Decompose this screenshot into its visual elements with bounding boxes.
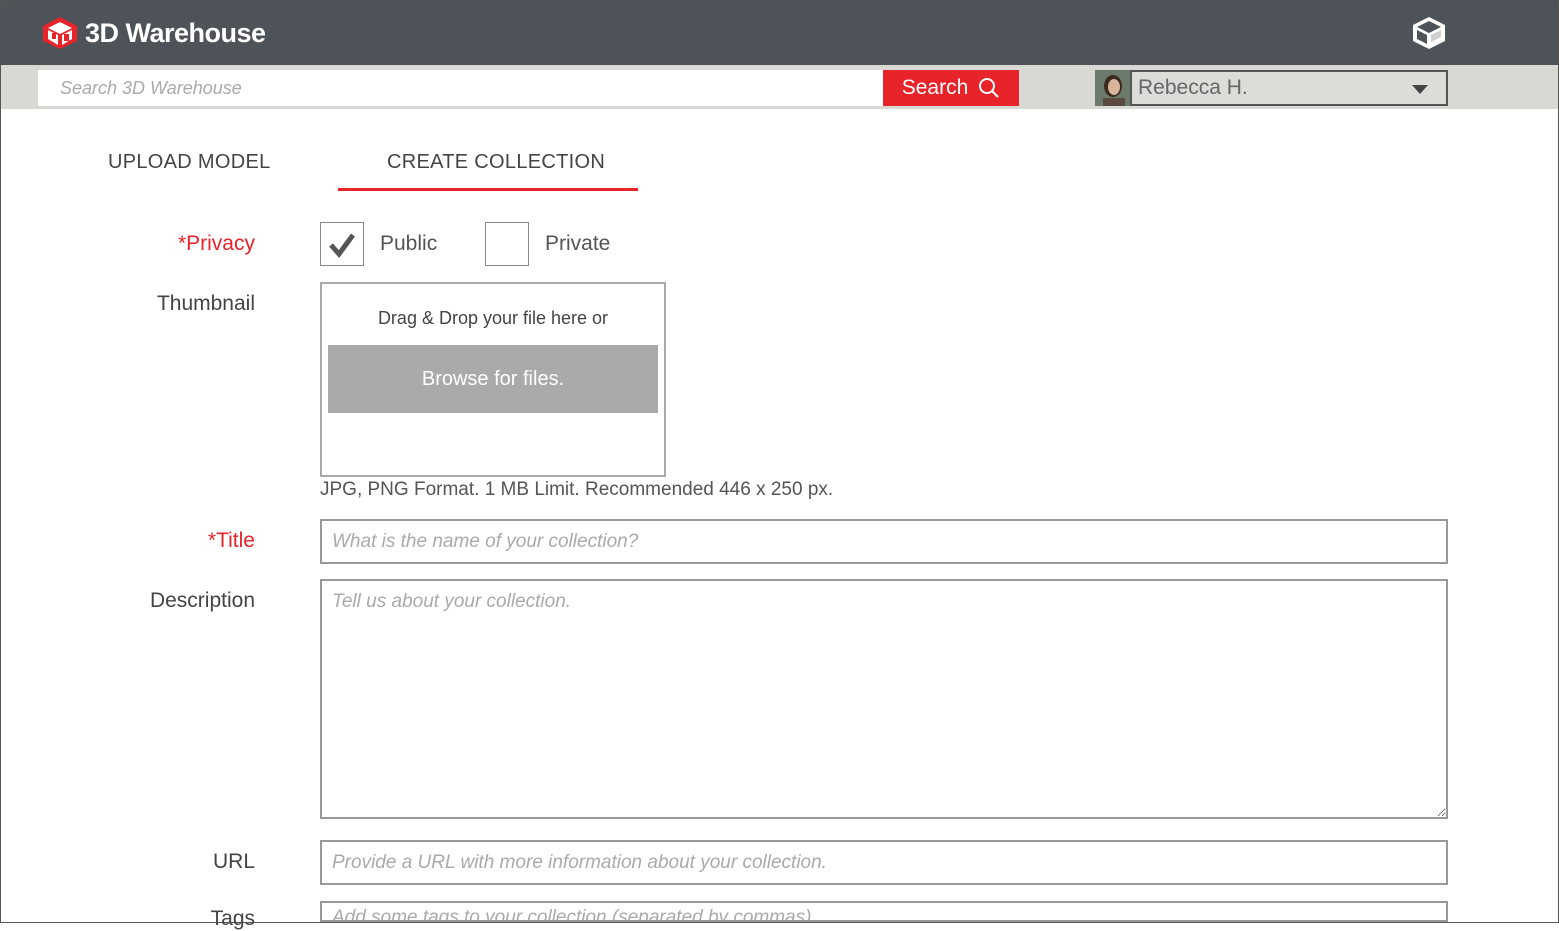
top-header: 3D Warehouse xyxy=(1,1,1558,65)
tags-input[interactable] xyxy=(320,901,1448,922)
url-label: URL xyxy=(212,850,255,873)
thumbnail-hint: JPG, PNG Format. 1 MB Limit. Recommended… xyxy=(320,479,834,500)
search-button-label: Search xyxy=(901,76,969,99)
private-checkbox[interactable] xyxy=(485,222,529,266)
brand-logo[interactable]: 3D Warehouse xyxy=(41,15,266,51)
description-label: Description xyxy=(149,589,255,612)
sketchup-icon[interactable] xyxy=(1411,15,1447,56)
public-label: Public xyxy=(380,232,438,255)
search-button[interactable]: Search xyxy=(883,70,1019,106)
dropzone-text: Drag & Drop your file here or xyxy=(377,308,609,328)
search-icon xyxy=(979,78,999,98)
url-input[interactable] xyxy=(320,840,1448,885)
warehouse-logo-icon xyxy=(43,17,77,49)
thumbnail-dropzone[interactable]: Drag & Drop your file here or Browse for… xyxy=(320,282,666,477)
private-label: Private xyxy=(545,232,611,255)
title-label: *Title xyxy=(207,529,255,552)
user-name: Rebecca H. xyxy=(1138,76,1248,99)
chevron-down-icon xyxy=(1412,85,1428,94)
brand-name: 3D Warehouse xyxy=(85,17,266,48)
description-textarea[interactable] xyxy=(320,579,1448,819)
public-checkbox[interactable] xyxy=(320,222,364,266)
user-menu-dropdown[interactable]: Rebecca H. xyxy=(1130,70,1448,106)
search-input[interactable] xyxy=(38,70,883,106)
thumbnail-label: Thumbnail xyxy=(156,292,255,315)
tab-upload-model[interactable]: UPLOAD MODEL xyxy=(108,151,271,174)
avatar[interactable] xyxy=(1095,70,1131,106)
tab-create-collection[interactable]: CREATE COLLECTION xyxy=(387,151,605,174)
active-tab-indicator xyxy=(338,188,638,191)
checkmark-icon xyxy=(329,233,356,258)
tags-label: Tags xyxy=(210,907,255,930)
search-bar: Search Rebecca H. xyxy=(1,65,1558,109)
title-input[interactable] xyxy=(320,519,1448,564)
browse-files-button[interactable]: Browse for files. xyxy=(328,345,658,413)
privacy-label: *Privacy xyxy=(177,232,255,255)
